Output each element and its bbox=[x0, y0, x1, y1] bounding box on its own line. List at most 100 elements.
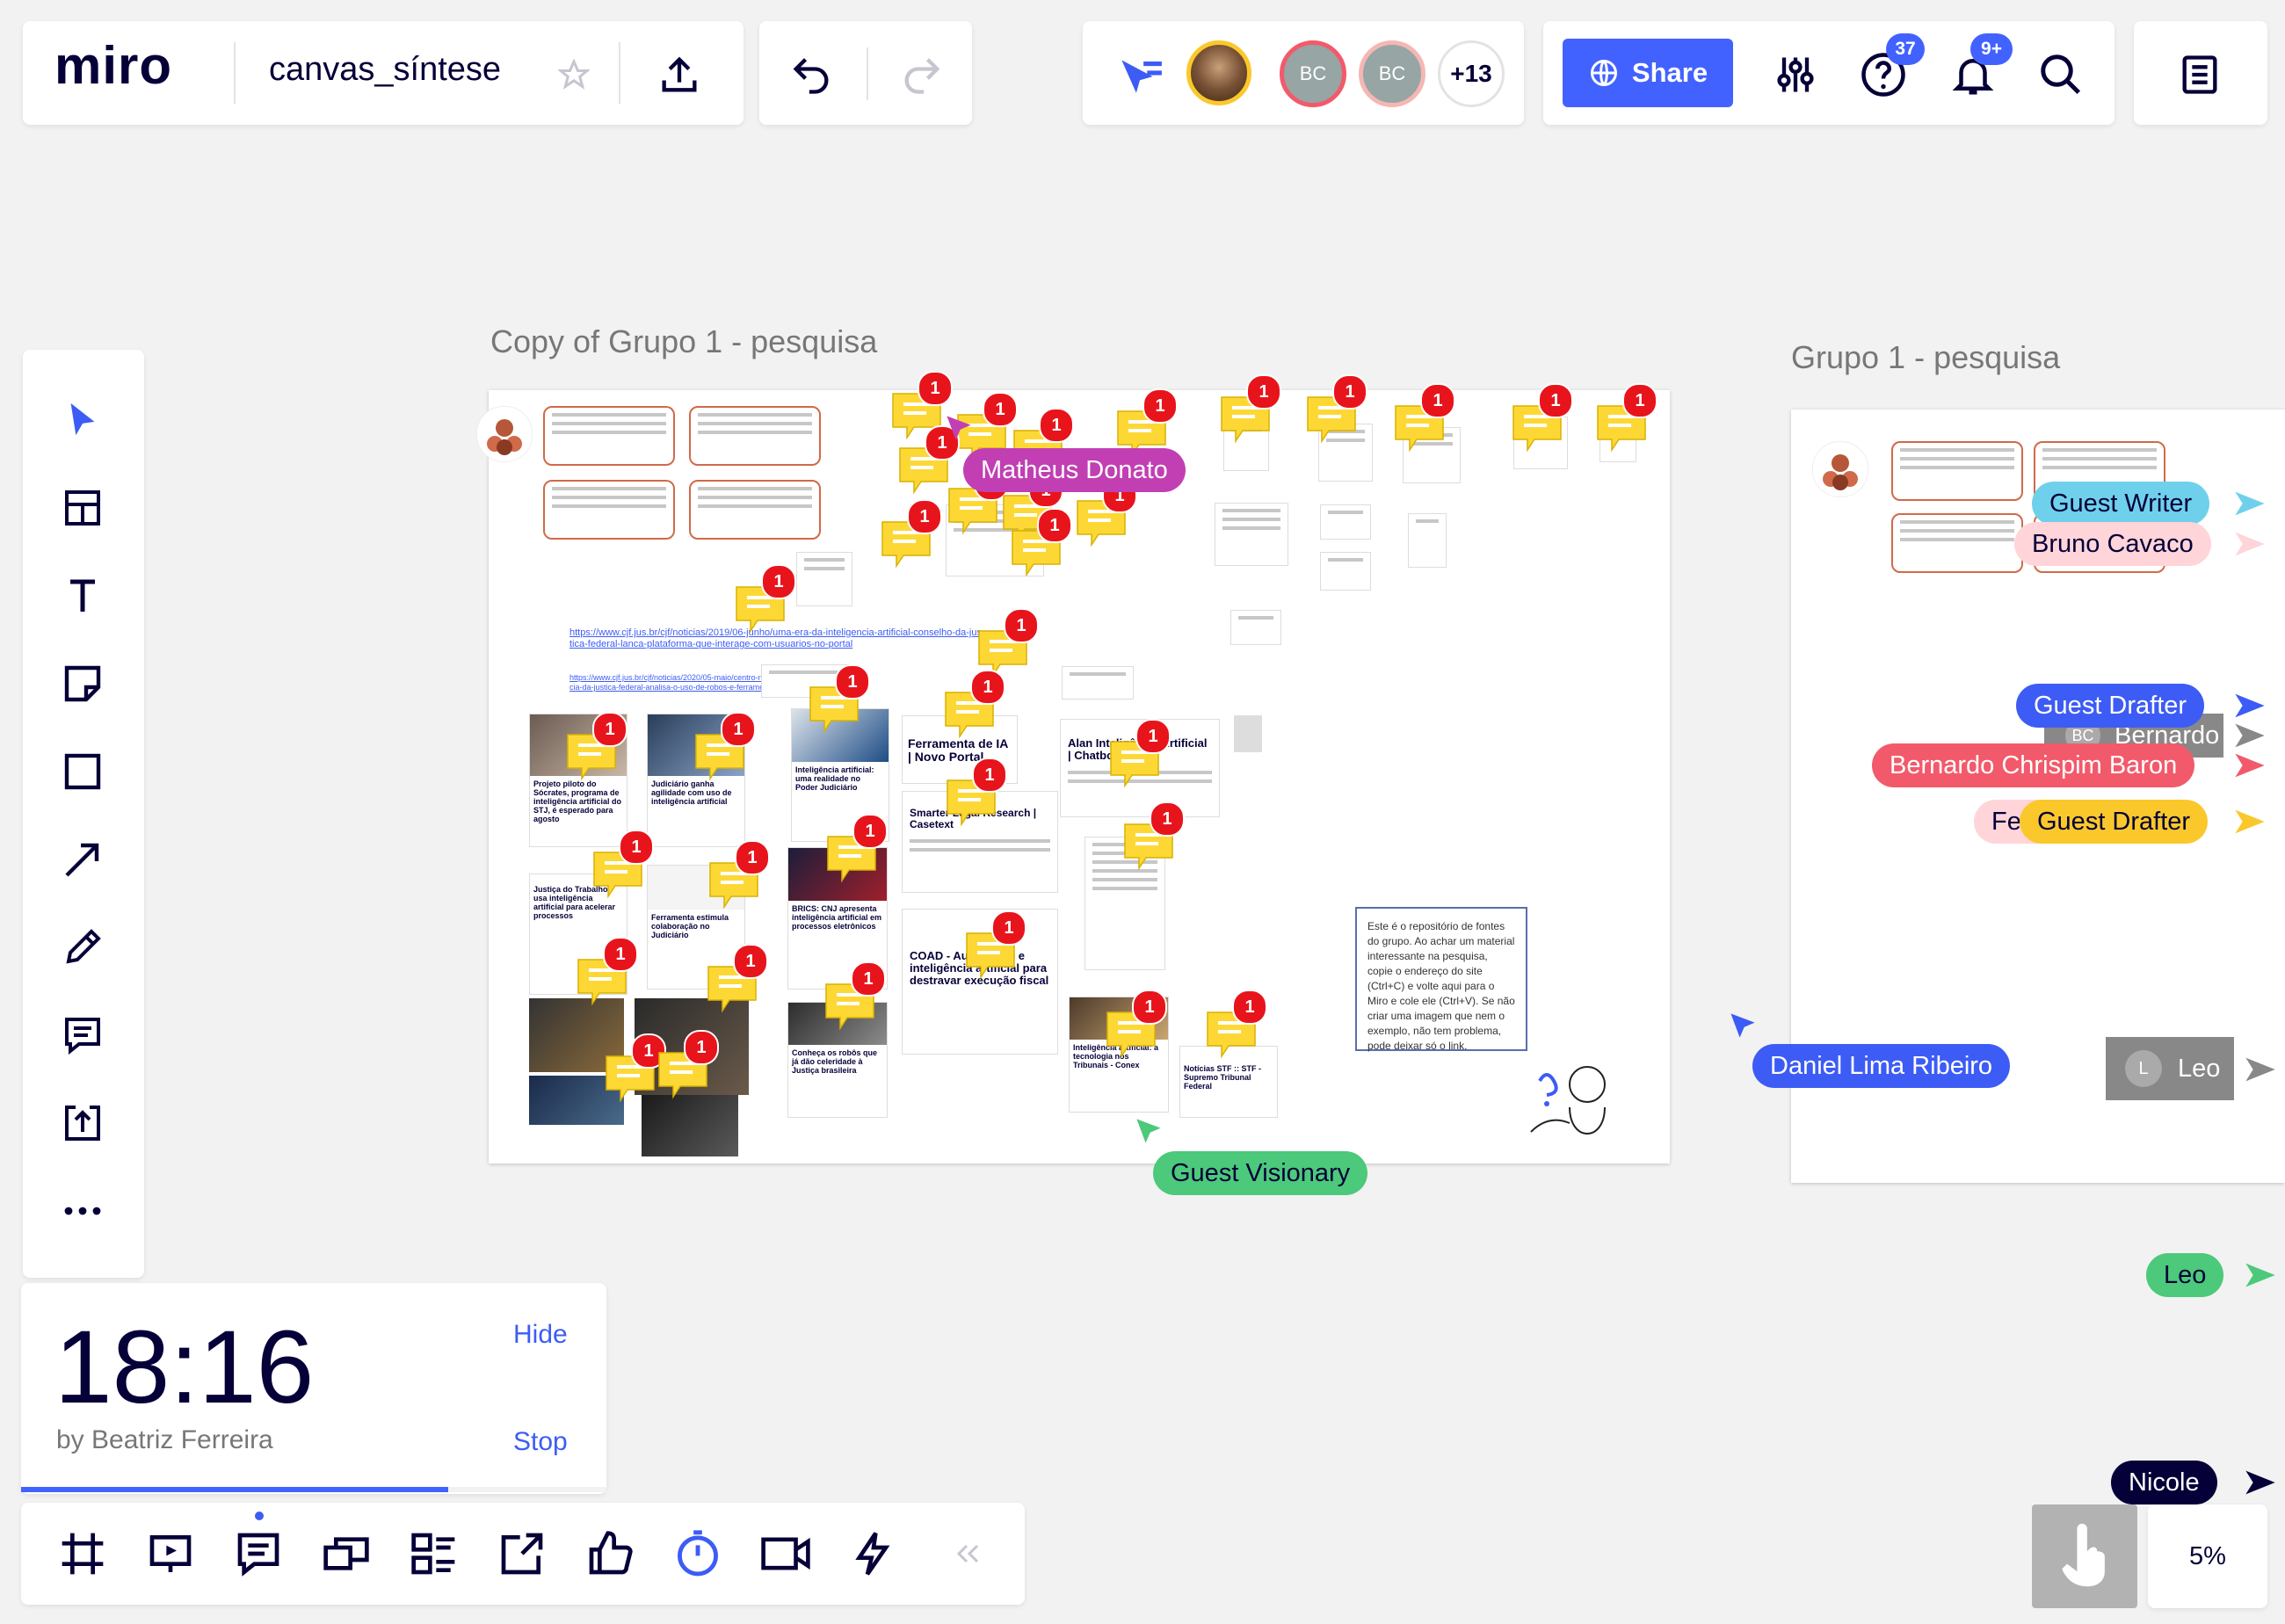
upload-icon[interactable] bbox=[11, 1079, 155, 1167]
video-thumbnail[interactable] bbox=[642, 1095, 738, 1156]
comment-marker[interactable]: 1 bbox=[577, 937, 638, 1006]
comment-marker[interactable]: 1 bbox=[1220, 374, 1281, 444]
comment-marker[interactable]: 1 bbox=[708, 840, 770, 910]
source-thumbnail[interactable] bbox=[796, 552, 852, 606]
instructions-box[interactable]: Este é o repositório de fontes do grupo.… bbox=[1355, 907, 1527, 1052]
collaborator-avatar[interactable]: BC bbox=[1280, 40, 1346, 107]
vote-icon[interactable] bbox=[566, 1510, 654, 1598]
export-icon[interactable] bbox=[478, 1510, 566, 1598]
cursor-name: Leo bbox=[2178, 1054, 2221, 1083]
comment-count-badge: 1 bbox=[918, 371, 953, 406]
frame-icon[interactable] bbox=[39, 1510, 127, 1598]
comment-icon[interactable] bbox=[11, 991, 155, 1079]
comment-marker[interactable]: 1 bbox=[977, 608, 1039, 678]
source-thumbnail[interactable] bbox=[1408, 513, 1447, 568]
zoom-level[interactable]: 5% bbox=[2148, 1504, 2267, 1608]
board-name[interactable]: canvas_síntese bbox=[269, 51, 501, 89]
question-note[interactable] bbox=[543, 480, 675, 540]
comment-marker[interactable]: 1 bbox=[1109, 719, 1171, 788]
question-note[interactable] bbox=[543, 406, 675, 466]
comment-marker[interactable]: 1 bbox=[1206, 990, 1267, 1059]
comment-marker[interactable]: 1 bbox=[826, 814, 888, 883]
comments-icon[interactable] bbox=[214, 1510, 302, 1598]
question-note[interactable] bbox=[689, 480, 821, 540]
collaborator-avatar[interactable]: BC bbox=[1359, 40, 1425, 107]
miro-logo[interactable]: miro bbox=[54, 35, 172, 96]
comment-marker[interactable]: 1 bbox=[809, 664, 870, 734]
board-menu-icon[interactable] bbox=[2171, 46, 2229, 104]
comment-marker[interactable]: 1 bbox=[965, 910, 1026, 980]
user-avatar[interactable] bbox=[1186, 40, 1251, 105]
comment-marker[interactable]: 1 bbox=[566, 712, 627, 781]
comment-marker[interactable]: 1 bbox=[707, 944, 768, 1013]
collapse-chevron-icon[interactable] bbox=[923, 1510, 1011, 1598]
video-icon[interactable] bbox=[742, 1510, 830, 1598]
article-card-title: Judiciário ganha agilidade com uso de in… bbox=[651, 779, 732, 806]
comment-marker[interactable]: 1 bbox=[1123, 801, 1185, 871]
cards-icon[interactable] bbox=[302, 1510, 390, 1598]
source-thumbnail[interactable] bbox=[1234, 715, 1262, 752]
frame-title[interactable]: Copy of Grupo 1 - pesquisa bbox=[490, 323, 877, 360]
comment-marker[interactable]: 1 bbox=[694, 712, 756, 781]
comment-marker[interactable]: 1 bbox=[1306, 374, 1367, 444]
select-cursor-icon[interactable] bbox=[11, 376, 155, 464]
frame-template-icon[interactable] bbox=[11, 464, 155, 552]
hand-tool-button[interactable] bbox=[2032, 1504, 2137, 1608]
frame-title[interactable]: Grupo 1 - pesquisa bbox=[1791, 339, 2060, 376]
comment-marker[interactable]: 1 bbox=[1512, 383, 1573, 453]
comment-marker[interactable]: 1 bbox=[824, 961, 886, 1031]
comment-marker[interactable]: 1 bbox=[1394, 383, 1455, 453]
share-button[interactable]: Share bbox=[1563, 39, 1733, 107]
comment-marker[interactable]: 1 bbox=[1106, 990, 1167, 1059]
offscreen-cursor-arrow-icon bbox=[2243, 1260, 2278, 1294]
more-collaborators-count: +13 bbox=[1450, 60, 1492, 87]
cursor-follow-icon[interactable] bbox=[1109, 46, 1171, 104]
timer-stop-button[interactable]: Stop bbox=[513, 1427, 568, 1457]
bolt-icon[interactable] bbox=[830, 1510, 918, 1598]
question-note[interactable] bbox=[1891, 441, 2023, 501]
source-thumbnail[interactable] bbox=[1215, 503, 1288, 566]
comment-marker[interactable]: 1 bbox=[944, 670, 1005, 739]
source-thumbnail[interactable] bbox=[1062, 666, 1134, 700]
settings-sliders-icon[interactable] bbox=[1766, 46, 1824, 104]
pen-icon[interactable] bbox=[11, 903, 155, 991]
search-icon[interactable] bbox=[2032, 46, 2090, 104]
presentation-icon[interactable] bbox=[127, 1510, 214, 1598]
source-thumbnail[interactable] bbox=[1320, 552, 1371, 591]
instructions-text: Este é o repositório de fontes do grupo.… bbox=[1367, 920, 1515, 1052]
star-icon[interactable] bbox=[552, 53, 596, 97]
sticky-note-icon[interactable] bbox=[11, 640, 155, 728]
comment-marker[interactable]: 1 bbox=[1596, 383, 1658, 453]
cursor-label-matheus-donato: Matheus Donato bbox=[963, 448, 1186, 492]
source-thumbnail[interactable] bbox=[1230, 610, 1281, 645]
more-icon[interactable] bbox=[11, 1167, 155, 1255]
comment-marker[interactable]: 1 bbox=[947, 466, 1009, 535]
comment-marker[interactable]: 1 bbox=[735, 564, 796, 634]
export-upload-icon[interactable] bbox=[650, 46, 708, 104]
arrow-icon[interactable] bbox=[11, 816, 155, 903]
comment-marker[interactable]: 1 bbox=[1116, 388, 1178, 458]
text-icon[interactable] bbox=[11, 552, 155, 640]
comment-marker[interactable]: 1 bbox=[881, 499, 942, 569]
redo-icon[interactable] bbox=[893, 46, 951, 104]
timer-icon[interactable] bbox=[654, 1510, 742, 1598]
more-collaborators[interactable]: +13 bbox=[1438, 40, 1505, 107]
comment-marker[interactable]: 1 bbox=[898, 425, 960, 495]
comment-marker[interactable]: 1 bbox=[1011, 508, 1072, 577]
source-thumbnail[interactable] bbox=[1320, 504, 1371, 540]
undo-icon[interactable] bbox=[782, 46, 840, 104]
comment-marker[interactable]: 1 bbox=[657, 1030, 719, 1099]
comment-marker[interactable]: 1 bbox=[605, 1033, 666, 1103]
undo-redo-divider bbox=[867, 47, 868, 100]
question-note[interactable] bbox=[689, 406, 821, 466]
comment-marker[interactable]: 1 bbox=[946, 758, 1007, 827]
article-card[interactable]: COAD - Automação e inteligência artifici… bbox=[902, 909, 1058, 1055]
shape-icon[interactable] bbox=[11, 728, 155, 816]
cursor-pointer-icon bbox=[1134, 1116, 1164, 1150]
comment-marker[interactable]: 1 bbox=[1076, 478, 1137, 547]
question-note[interactable] bbox=[1891, 513, 2023, 573]
timer-hide-button[interactable]: Hide bbox=[513, 1320, 568, 1350]
list-icon[interactable] bbox=[390, 1510, 478, 1598]
comment-marker[interactable]: 1 bbox=[592, 830, 654, 899]
comment-marker[interactable]: 1 bbox=[891, 371, 953, 440]
